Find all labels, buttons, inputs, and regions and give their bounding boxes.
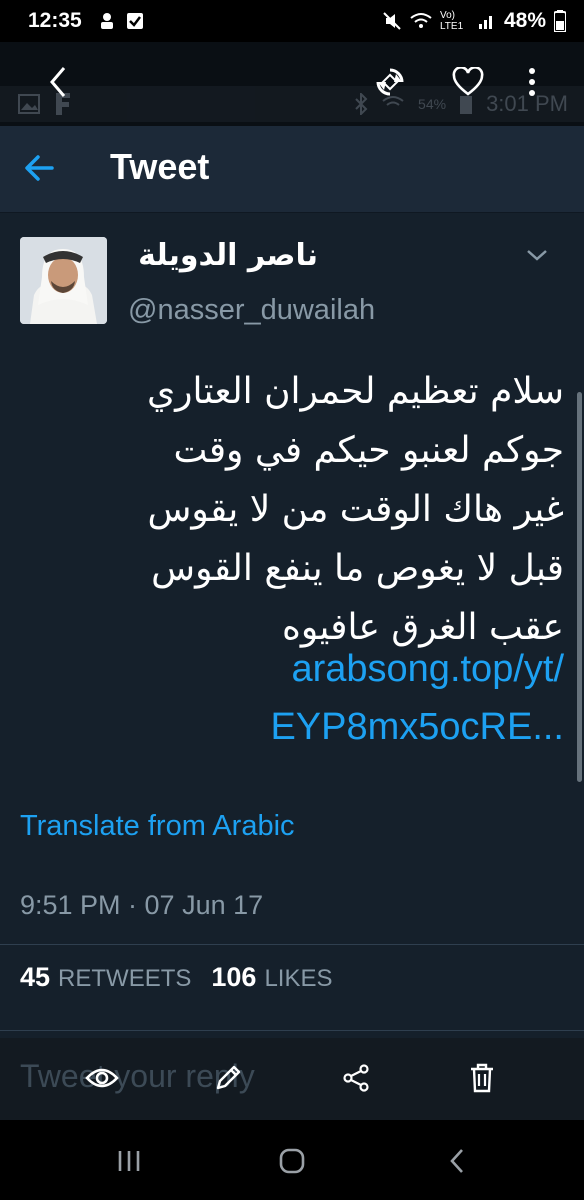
- more-vert-icon: [529, 68, 535, 96]
- divider: [0, 1030, 584, 1031]
- chevron-down-icon: [527, 250, 547, 261]
- recent-apps-button[interactable]: [112, 1144, 146, 1178]
- wifi-icon: [410, 13, 432, 28]
- likes-count[interactable]: 106: [211, 962, 256, 993]
- author-handle[interactable]: @nasser_duwailah: [128, 294, 375, 327]
- heart-icon: [452, 67, 484, 96]
- rotate-button[interactable]: [370, 62, 410, 102]
- avatar-image: [20, 237, 107, 324]
- home-icon: [279, 1148, 305, 1174]
- translate-link[interactable]: Translate from Arabic: [20, 810, 295, 843]
- tweet-link[interactable]: arabsong.top/yt/ EYP8mx5ocRE...: [20, 640, 564, 756]
- image-action-bar: [0, 1038, 584, 1120]
- recent-apps-icon: [118, 1151, 140, 1171]
- battery-icon: [554, 10, 566, 32]
- tweet-timestamp: 9:51 PM · 07 Jun 17: [20, 890, 264, 920]
- share-button[interactable]: [336, 1058, 376, 1098]
- back-arrow-icon: [25, 155, 54, 181]
- status-time: 12:35: [28, 9, 82, 32]
- tweet-text: سلام تعظيم لحمران العتاري جوكم لعنبو حيك…: [146, 371, 564, 648]
- mute-icon: [383, 12, 401, 30]
- network-label: Vo) LTE1: [439, 10, 464, 32]
- signal-icon: [478, 16, 492, 29]
- edit-button[interactable]: [208, 1058, 248, 1098]
- likes-label[interactable]: LIKES: [264, 965, 332, 993]
- scrollbar[interactable]: [577, 392, 582, 782]
- nav-back-icon: [450, 1149, 463, 1173]
- delete-button[interactable]: [462, 1058, 502, 1098]
- retweets-count[interactable]: 45: [20, 962, 50, 993]
- nav-back-button[interactable]: [440, 1144, 474, 1178]
- more-options-button[interactable]: [512, 62, 552, 102]
- rotate-icon: [376, 68, 404, 96]
- system-nav-bar: [0, 1120, 584, 1200]
- share-icon: [343, 1064, 369, 1092]
- divider: [0, 944, 584, 945]
- pencil-icon: [216, 1065, 241, 1090]
- retweets-label[interactable]: RETWEETS: [58, 965, 191, 993]
- page-title: Tweet: [110, 146, 210, 187]
- status-bar: 12:35 Vo) LTE1 48%: [0, 0, 584, 42]
- tweet-header: Tweet: [0, 126, 584, 213]
- trash-icon: [471, 1063, 493, 1093]
- battery-level: 48%: [503, 9, 546, 32]
- author-name[interactable]: ناصر الدويلة: [128, 238, 318, 273]
- back-button[interactable]: [22, 150, 58, 186]
- tweet-menu-button[interactable]: [524, 244, 550, 266]
- like-image-button[interactable]: [448, 62, 488, 102]
- eye-icon: [85, 1068, 119, 1088]
- avatar[interactable]: [20, 237, 107, 324]
- view-button[interactable]: [82, 1058, 122, 1098]
- home-button[interactable]: [275, 1144, 309, 1178]
- check-notification-icon: [126, 13, 143, 29]
- tweet-stats: 45 RETWEETS 106 LIKES: [20, 962, 353, 993]
- viewer-back-button[interactable]: [38, 62, 78, 102]
- chevron-left-icon: [50, 67, 66, 97]
- notification-icon: [100, 13, 113, 29]
